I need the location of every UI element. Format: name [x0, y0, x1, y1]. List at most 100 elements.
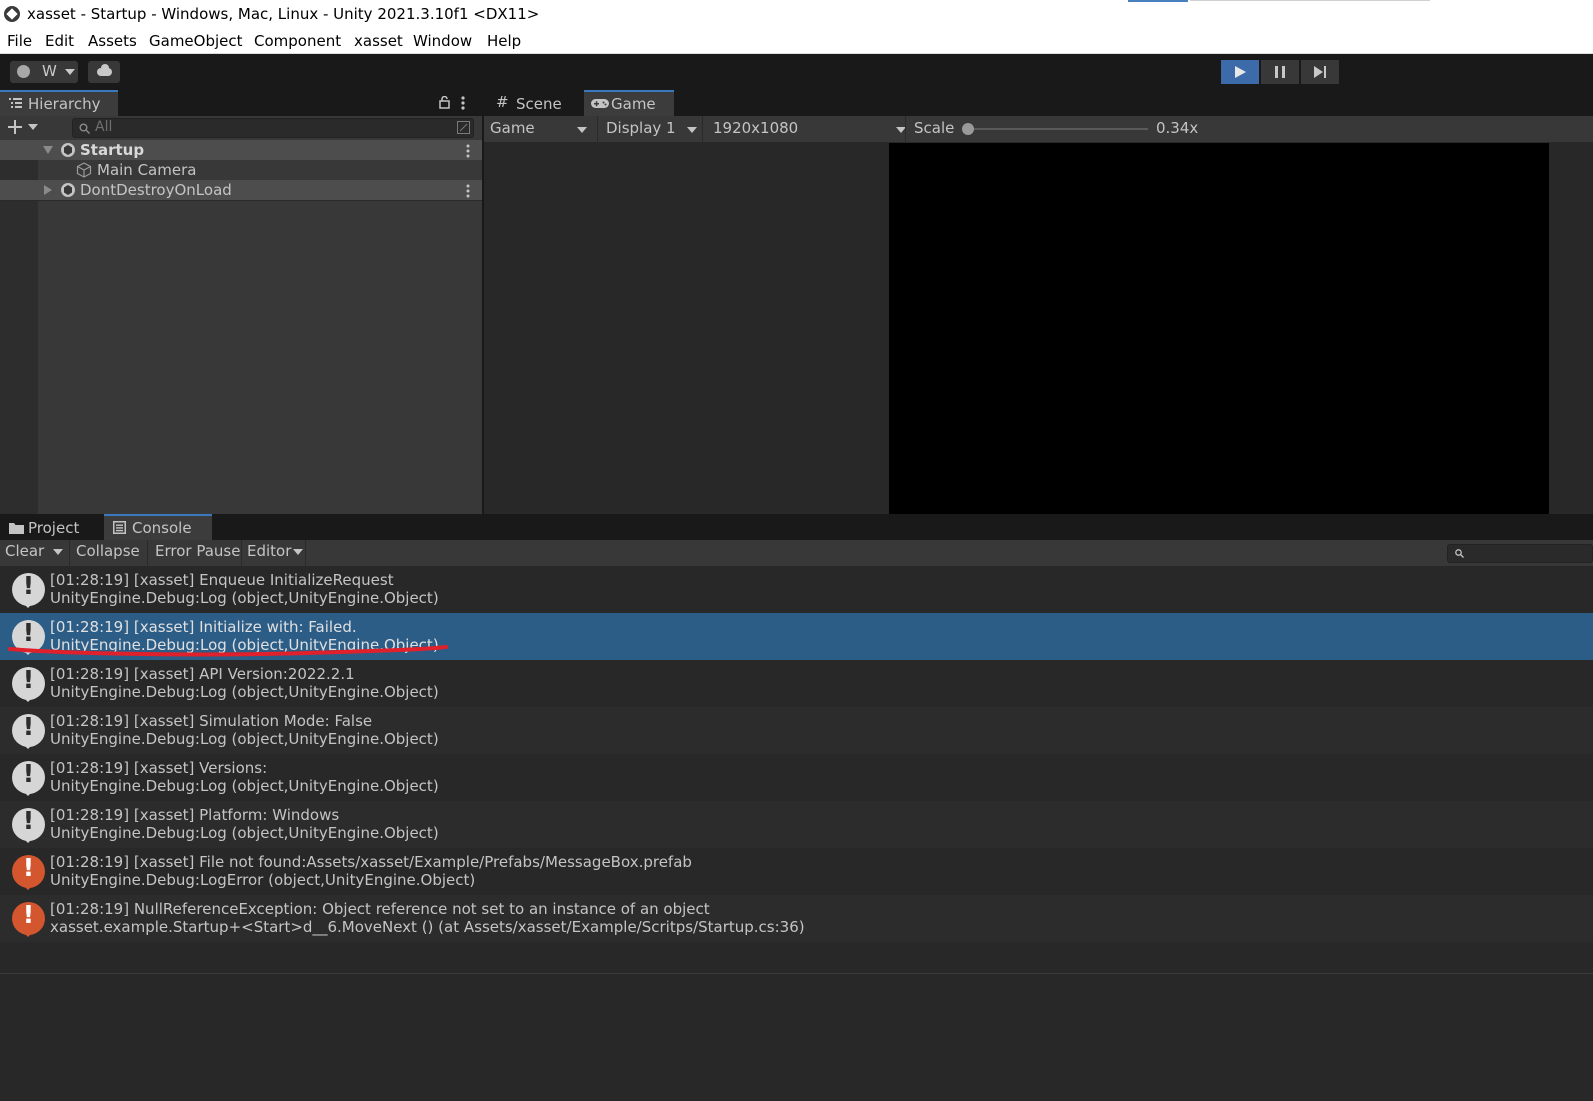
console-details-pane: [0, 974, 1593, 1101]
log-stacktrace: UnityEngine.Debug:Log (object,UnityEngin…: [50, 683, 439, 701]
hierarchy-panel: Hierarchy All Startup Main Camera DontDe…: [0, 90, 482, 514]
foldout-collapsed-icon[interactable]: [44, 185, 52, 195]
info-icon-glyph: !: [22, 712, 35, 741]
menu-component[interactable]: Component: [254, 32, 341, 50]
display-select[interactable]: Display 1: [606, 119, 700, 139]
search-scope-icon[interactable]: [457, 121, 470, 134]
console-search-input[interactable]: [1447, 544, 1593, 563]
title-accent-line: [1190, 0, 1430, 1]
tab-hierarchy[interactable]: Hierarchy: [0, 90, 118, 116]
step-button[interactable]: [1301, 60, 1339, 84]
game-panel: # Scene Game Game Display 1 1920x1080 Sc…: [484, 90, 1593, 514]
log-message: [01:28:19] [xasset] Platform: Windows: [50, 806, 340, 824]
collapse-button[interactable]: Collapse: [76, 542, 140, 564]
resolution-select[interactable]: 1920x1080: [713, 119, 909, 139]
scale-value: 0.34x: [1156, 119, 1199, 137]
main-toolbar: W: [0, 54, 1593, 90]
cloud-icon-top: [101, 64, 109, 72]
tab-console-label: Console: [132, 519, 192, 537]
cloud-button[interactable]: [88, 61, 120, 83]
divider: [305, 540, 306, 566]
tab-console[interactable]: Console: [104, 514, 212, 540]
kebab-menu-icon[interactable]: [466, 144, 470, 158]
foldout-expanded-icon[interactable]: [43, 146, 53, 154]
menu-help[interactable]: Help: [487, 32, 521, 50]
lock-icon[interactable]: [439, 96, 450, 109]
tab-project[interactable]: Project: [2, 516, 100, 540]
console-panel: Project Console Clear Collapse Error Pau…: [0, 514, 1593, 1101]
hierarchy-search-placeholder: All: [95, 119, 113, 135]
scene-icon: [61, 183, 75, 197]
account-icon: [17, 65, 30, 78]
divider: [597, 116, 598, 142]
console-tab-strip: Project Console: [0, 514, 1593, 540]
console-log-entry[interactable]: ! [01:28:19] [xasset] File not found:Ass…: [0, 848, 1593, 895]
console-log-entry[interactable]: ! [01:28:19] [xasset] Platform: Windows …: [0, 801, 1593, 848]
add-object-button[interactable]: [8, 120, 40, 134]
clear-options-icon[interactable]: [53, 549, 63, 555]
kebab-menu-icon[interactable]: [461, 96, 465, 110]
divider: [702, 116, 703, 142]
tab-scene-label: Scene: [516, 95, 562, 113]
log-message: [01:28:19] [xasset] Versions:: [50, 759, 268, 777]
account-dropdown[interactable]: W: [10, 61, 78, 83]
window-title-bar: xasset - Startup - Windows, Mac, Linux -…: [0, 0, 1593, 29]
log-message: [01:28:19] NullReferenceException: Objec…: [50, 900, 710, 918]
hierarchy-item-startup[interactable]: Startup: [0, 140, 482, 160]
menu-bar: File Edit Assets GameObject Component xa…: [0, 29, 1593, 54]
menu-window[interactable]: Window: [413, 32, 472, 50]
scene-icon: [61, 143, 75, 157]
red-annotation-underline: [8, 645, 448, 657]
divider: [147, 540, 148, 566]
tab-hierarchy-label: Hierarchy: [28, 95, 101, 113]
title-accent: [1128, 0, 1188, 2]
play-icon: [1235, 66, 1246, 78]
tab-game[interactable]: Game: [584, 90, 674, 116]
console-log-entry[interactable]: ! [01:28:19] [xasset] Versions: UnityEng…: [0, 754, 1593, 801]
window-title: xasset - Startup - Windows, Mac, Linux -…: [27, 5, 540, 23]
menu-edit[interactable]: Edit: [45, 32, 74, 50]
divider: [241, 540, 242, 566]
scale-slider-track[interactable]: [968, 128, 1148, 130]
divider: [905, 116, 906, 142]
log-message: [01:28:19] [xasset] Enqueue InitializeRe…: [50, 571, 394, 589]
resolution-select-value: 1920x1080: [713, 119, 799, 137]
kebab-menu-icon[interactable]: [466, 184, 470, 198]
console-log-entry[interactable]: ! [01:28:19] NullReferenceException: Obj…: [0, 895, 1593, 942]
game-view-select[interactable]: Game: [490, 119, 590, 139]
step-icon-bar: [1324, 66, 1326, 78]
step-icon: [1314, 66, 1323, 78]
log-stacktrace: UnityEngine.Debug:Log (object,UnityEngin…: [50, 589, 439, 607]
console-log-entry[interactable]: ! [01:28:19] [xasset] API Version:2022.2…: [0, 660, 1593, 707]
folder-icon: [9, 523, 24, 534]
error-pause-button[interactable]: Error Pause: [155, 542, 240, 564]
menu-assets[interactable]: Assets: [88, 32, 137, 50]
game-viewport[interactable]: [889, 143, 1549, 514]
menu-file[interactable]: File: [7, 32, 32, 50]
console-icon: [113, 521, 126, 534]
scale-slider-thumb[interactable]: [962, 123, 974, 135]
hierarchy-item-dontdestroyonload[interactable]: DontDestroyOnLoad: [0, 180, 482, 200]
tab-scene[interactable]: # Scene: [486, 92, 578, 116]
log-message: [01:28:19] [xasset] Initialize with: Fai…: [50, 618, 357, 636]
console-log-entry[interactable]: ! [01:28:19] [xasset] Simulation Mode: F…: [0, 707, 1593, 754]
hierarchy-item-main-camera[interactable]: Main Camera: [0, 160, 482, 180]
menu-gameobject[interactable]: GameObject: [149, 32, 243, 50]
search-icon: [79, 123, 90, 134]
pause-button[interactable]: [1261, 60, 1299, 84]
editor-dropdown[interactable]: Editor: [247, 542, 291, 564]
tab-project-label: Project: [28, 519, 80, 537]
clear-button[interactable]: Clear: [5, 542, 44, 564]
log-stacktrace: UnityEngine.Debug:Log (object,UnityEngin…: [50, 824, 439, 842]
hierarchy-search-input[interactable]: All: [72, 118, 474, 138]
error-icon-glyph: !: [22, 900, 35, 929]
tab-game-label: Game: [611, 95, 656, 113]
play-button[interactable]: [1221, 60, 1259, 84]
hierarchy-item-label: DontDestroyOnLoad: [80, 181, 232, 199]
menu-xasset[interactable]: xasset: [354, 32, 403, 50]
log-stacktrace: UnityEngine.Debug:Log (object,UnityEngin…: [50, 730, 439, 748]
console-log-entry[interactable]: ! [01:28:19] [xasset] Enqueue Initialize…: [0, 566, 1593, 613]
search-icon: [1455, 549, 1464, 558]
gamepad-icon: [591, 99, 609, 108]
unity-logo-icon: [4, 6, 20, 22]
